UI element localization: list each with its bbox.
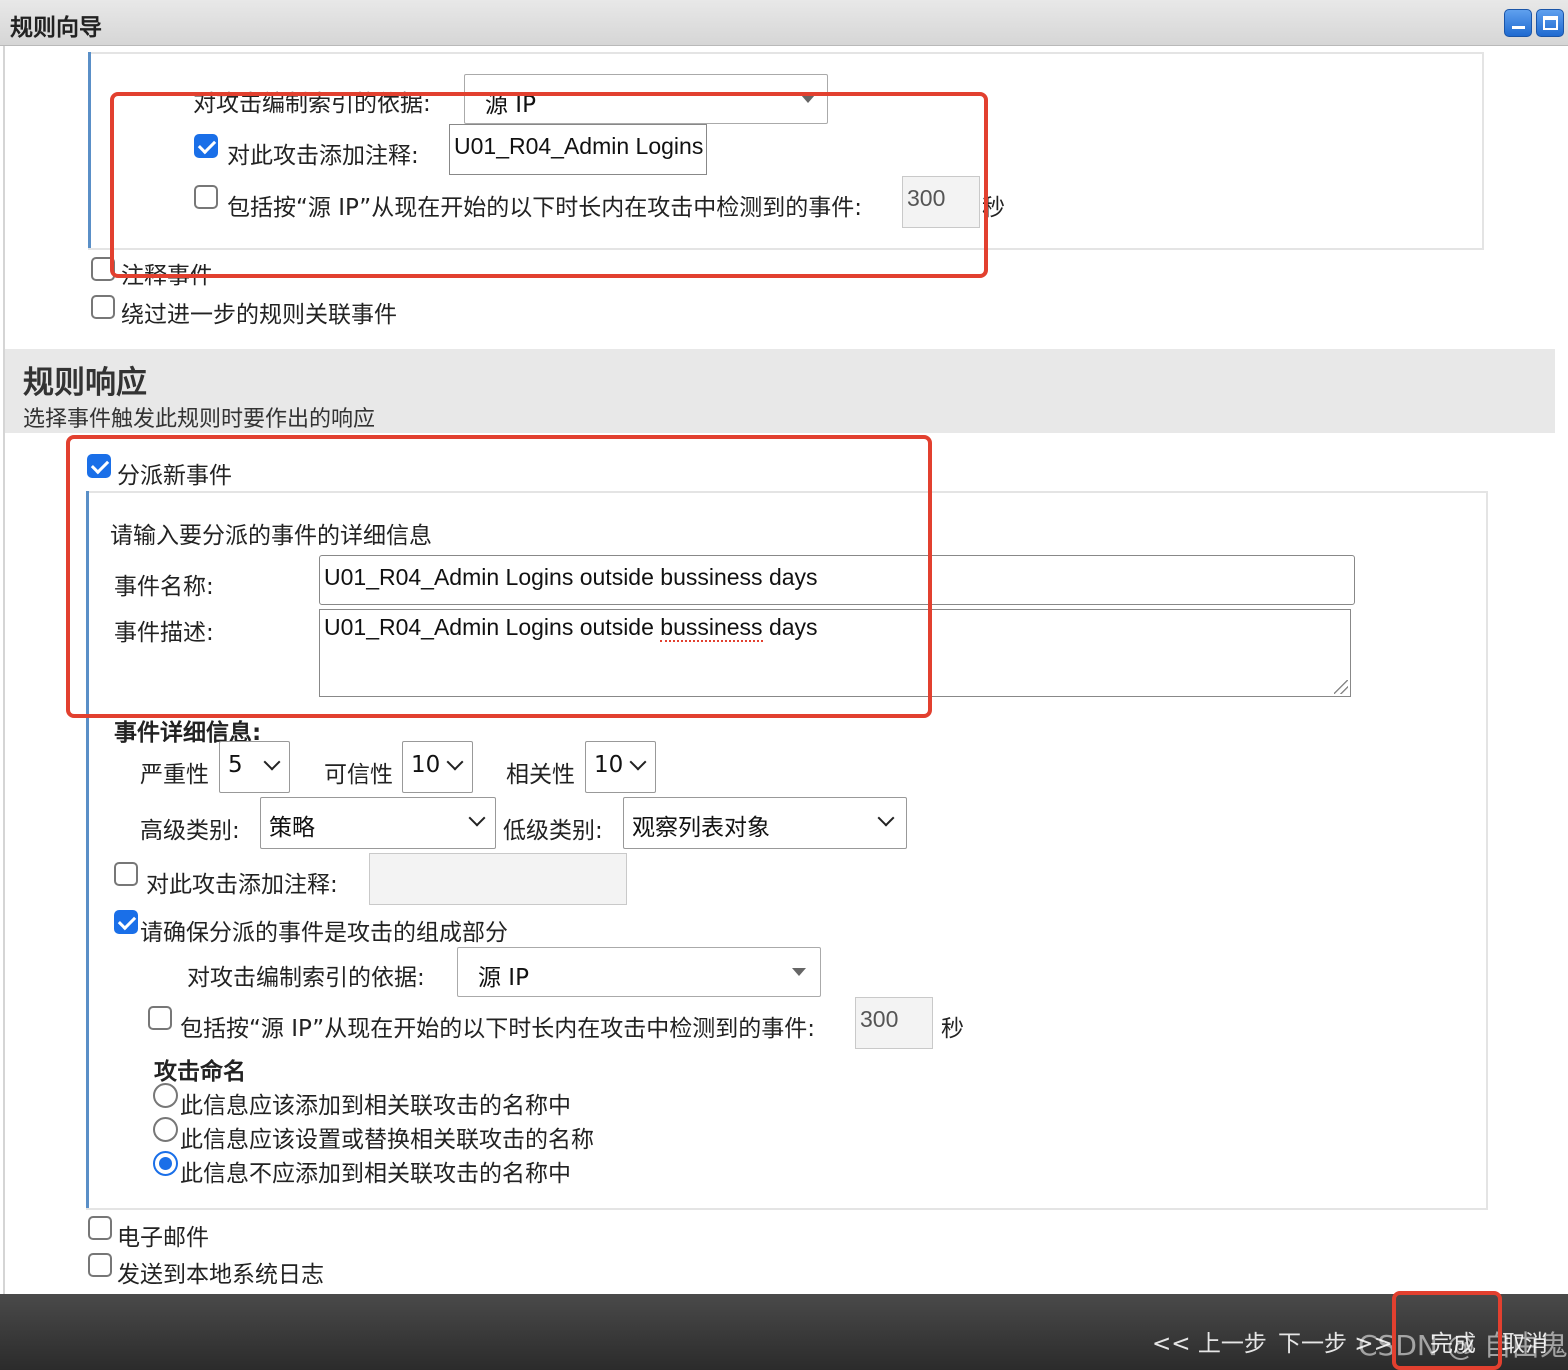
dispatch-index-value: 源 IP bbox=[478, 965, 529, 991]
bypass-correlation-label: 绕过进一步的规则关联事件 bbox=[121, 302, 397, 328]
relevance-value: 10 bbox=[594, 752, 624, 778]
relevance-label: 相关性 bbox=[506, 762, 575, 788]
ensure-offense-label: 请确保分派的事件是攻击的组成部分 bbox=[140, 920, 508, 946]
credibility-value: 10 bbox=[411, 752, 441, 778]
severity-value: 5 bbox=[228, 752, 243, 778]
dispatch-include-checkbox[interactable] bbox=[148, 1006, 172, 1030]
highlight-box-annotation bbox=[110, 92, 988, 278]
naming-option-add-label: 此信息应该添加到相关联攻击的名称中 bbox=[180, 1093, 571, 1119]
dispatch-include-label: 包括按“源 IP”从现在开始的以下时长内在攻击中检测到的事件: bbox=[180, 1016, 815, 1042]
rule-response-subtitle: 选择事件触发此规则时要作出的响应 bbox=[23, 407, 376, 432]
dispatch-seconds-value: 300 bbox=[860, 1006, 899, 1032]
highlight-box-dispatch bbox=[66, 435, 932, 718]
minimize-icon[interactable] bbox=[1504, 9, 1532, 37]
dispatch-index-label: 对攻击编制索引的依据: bbox=[187, 965, 425, 991]
naming-option-replace-label: 此信息应该设置或替换相关联攻击的名称 bbox=[180, 1127, 594, 1153]
dispatch-annotate-checkbox[interactable] bbox=[114, 862, 138, 886]
email-label: 电子邮件 bbox=[117, 1225, 209, 1251]
low-category-label: 低级类别: bbox=[503, 818, 603, 844]
dispatch-index-select[interactable]: 源 IP bbox=[457, 947, 821, 997]
credibility-select[interactable]: 10 bbox=[402, 741, 473, 793]
chevron-down-icon bbox=[877, 809, 895, 827]
dropdown-triangle-icon bbox=[792, 968, 806, 976]
dispatch-annotate-input[interactable] bbox=[369, 853, 627, 905]
naming-option-replace-radio[interactable] bbox=[153, 1117, 178, 1142]
high-category-label: 高级类别: bbox=[140, 818, 240, 844]
relevance-select[interactable]: 10 bbox=[585, 741, 656, 793]
dispatch-seconds-label: 秒 bbox=[941, 1016, 964, 1042]
bypass-correlation-checkbox[interactable] bbox=[91, 295, 115, 319]
resize-handle-icon[interactable] bbox=[1334, 680, 1348, 694]
window-titlebar: 规则向导 bbox=[0, 0, 1568, 46]
chevron-down-icon bbox=[629, 753, 647, 771]
chevron-down-icon bbox=[468, 809, 486, 827]
severity-label: 严重性 bbox=[140, 762, 209, 788]
content-border bbox=[3, 46, 5, 1294]
highlight-box-finish bbox=[1392, 1291, 1502, 1370]
back-button[interactable]: << 上一步 bbox=[1152, 1324, 1267, 1358]
credibility-label: 可信性 bbox=[324, 762, 393, 788]
dispatch-annotate-label: 对此攻击添加注释: bbox=[146, 872, 338, 898]
syslog-checkbox[interactable] bbox=[88, 1253, 112, 1277]
window-title: 规则向导 bbox=[10, 15, 102, 41]
syslog-label: 发送到本地系统日志 bbox=[117, 1262, 324, 1288]
ensure-offense-checkbox[interactable] bbox=[114, 910, 138, 934]
high-category-select[interactable]: 策略 bbox=[260, 797, 496, 849]
high-category-value: 策略 bbox=[269, 815, 315, 841]
low-category-value: 观察列表对象 bbox=[632, 815, 770, 841]
rule-response-heading: 规则响应 bbox=[23, 365, 147, 401]
low-category-select[interactable]: 观察列表对象 bbox=[623, 797, 907, 849]
wizard-footer: << 上一步 下一步 >> 完成 取消 CSDN @ 自由鬼 bbox=[0, 1294, 1568, 1370]
severity-select[interactable]: 5 bbox=[219, 741, 290, 793]
naming-option-none-radio[interactable] bbox=[153, 1151, 178, 1176]
chevron-down-icon bbox=[446, 753, 464, 771]
naming-option-add-radio[interactable] bbox=[153, 1083, 178, 1108]
offense-naming-heading: 攻击命名 bbox=[154, 1059, 246, 1085]
panel-left-bar bbox=[88, 52, 91, 248]
email-checkbox[interactable] bbox=[88, 1216, 112, 1240]
naming-option-none-label: 此信息不应添加到相关联攻击的名称中 bbox=[180, 1161, 571, 1187]
rule-response-header: 规则响应 选择事件触发此规则时要作出的响应 bbox=[5, 349, 1555, 433]
maximize-icon[interactable] bbox=[1536, 9, 1564, 37]
dispatch-seconds-input[interactable]: 300 bbox=[855, 997, 933, 1049]
chevron-down-icon bbox=[263, 753, 281, 771]
